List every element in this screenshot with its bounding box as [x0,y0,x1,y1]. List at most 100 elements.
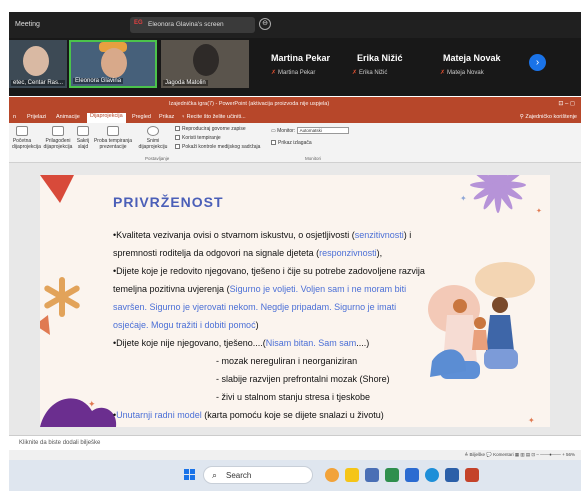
edge-icon[interactable] [425,468,439,482]
svg-text:✦: ✦ [88,399,96,409]
notes-placeholder: Kliknite da biste dodali bilješke [19,440,101,446]
taskbar-search[interactable]: ⌕ Search [203,466,313,484]
group-label-monitors: Monitori [305,156,322,161]
text-run: ....) [356,338,370,348]
next-participants-button[interactable]: › [529,54,546,71]
participant-video [23,46,49,76]
slide-line-7: •Dijete koje nije njegovano, tješeno....… [113,338,369,348]
checkbox-icon [175,126,180,132]
file-explorer-icon[interactable] [345,468,359,482]
highlight-run: osjećaje. Mogu tražiti i dobiti pomoć [113,320,256,330]
participant-tile-active[interactable]: Eleonora Glavina [69,40,157,88]
participant-name: etec, Centar Ras... [11,80,66,86]
purple-burst-shape [470,175,526,213]
use-timings-checkbox[interactable]: Koristi tempiranje [175,135,221,141]
highlight-run: responzivnosti [319,248,377,258]
highlight-run: Unutarnji radni model [116,410,202,420]
slide-line-4: temeljna pozitivna uvjerenja (Sigurno je… [113,284,406,294]
checkbox-icon [175,144,180,150]
teams-icon[interactable] [365,468,379,482]
screen: Meeting EG Eleonora Glavina's screen ⊖ e… [0,0,581,491]
text-run: spremnosti roditelja da odgovori na sign… [113,248,320,258]
custom-slideshow-button[interactable]: Prilagođeni dijaprojekcija [41,126,75,150]
highlight-run: Nisam bitan. Sam sam [265,338,357,348]
participant-tile[interactable]: etec, Centar Ras... [9,40,67,88]
chrome-icon[interactable] [325,468,339,482]
taskbar: ⌕ Search [9,460,581,491]
slide-line-3: •Dijete koje je redovito njegovano, tješ… [113,266,425,276]
windows-start-icon[interactable] [184,469,196,481]
slide-line-11: •Unutarnji radni model (karta pomoću koj… [113,410,384,420]
slide-line-6: osjećaje. Mogu tražiti i dobiti pomoć) [113,320,259,330]
status-bar: ≙ Bilješke 💬 Komentari ▦ ▥ ▤ ⊡ – ——●—— +… [9,450,581,460]
participant-sub-label: Martina Pekar [278,70,316,76]
tab-dijaprojekcija[interactable]: Dijaprojekcija [87,113,126,123]
participant-sub-label: Erika Nižić [359,70,388,76]
tab-prijelazi[interactable]: Prijelazi [27,114,46,120]
participant-name: Jagoda Matolin [163,80,208,86]
text-run: - mozak nereguliran i neorganiziran [216,356,358,366]
slide-line-1: •Kvaliteta vezivanja ovisi o stvarnom is… [113,230,411,240]
start-slideshow-button[interactable]: Početna dijaprojekcija [12,126,41,150]
share-label: Zajedničko korištenje [525,114,577,120]
powerpoint-titlebar: Izajednička igra(7) - PowerPoint (aktiva… [9,97,581,112]
slide-line-9: - slabije razvijen prefrontalni mozak (S… [216,374,390,384]
stopwatch-icon [107,126,119,136]
rehearse-timings-button[interactable]: Proba tempiranja prezentacije [93,126,133,150]
tab-prikaz[interactable]: Prikaz [159,114,174,120]
red-corner-shape [40,175,74,203]
participants-strip: etec, Centar Ras... Eleonora Glavina Jag… [9,38,581,96]
tab-animacije[interactable]: Animacije [56,114,80,120]
slide[interactable]: ✦ ✦ ✦ ✦ PRIVRŽENOST •Kvaliteta vezivanja… [40,175,550,427]
hide-slide-button[interactable]: Sakrij slajd [75,126,91,150]
screen-share-label: Eleonora Glavina's screen [148,21,224,28]
tab-pregled[interactable]: Pregled [132,114,151,120]
play-narrations-checkbox[interactable]: Reproduciraj govorne zapise [175,126,246,132]
participant-sub-label: Mateja Novak [447,70,484,76]
meeting-title: Meeting [15,21,40,28]
checkbox-label: Pokaži kontrole medijskog sadržaja [182,144,261,150]
powerpoint-icon[interactable] [465,468,479,482]
outlook-icon[interactable] [405,468,419,482]
text-run: ), [376,248,383,258]
participant-tile[interactable]: Jagoda Matolin [161,40,249,88]
slide-line-8: - mozak nereguliran i neorganiziran [216,356,357,366]
word-icon[interactable] [445,468,459,482]
text-run: - živi u stalnom stanju stresa i tjeskob… [216,392,371,402]
button-label: Prilagođeni dijaprojekcija [43,138,73,150]
stop-viewing-icon[interactable]: ⊖ [259,18,271,30]
tab-umetanje[interactable]: n [13,114,16,120]
text-run: •Dijete koje nije njegovano, tješeno....… [113,338,266,348]
share-button[interactable]: ⚲ Zajedničko korištenje [520,114,577,120]
slide-decorations: ✦ ✦ ✦ ✦ [40,175,542,427]
button-label: Snimi dijaprojekciju [138,138,168,150]
text-run: •Kvaliteta vezivanja ovisi o stvarnom is… [113,230,355,240]
text-run: (karta pomoću koje se dijete snalazi u ž… [201,410,384,420]
muted-mic-icon: ✗ [440,70,446,76]
participant-name: Eleonora Glavina [73,78,124,84]
highlight-run: savršen. Sigurno je vjerovati nekom. Neg… [113,302,397,312]
participant-name-erika: Erika Nižić [357,53,403,63]
monitor-select[interactable]: ▭ Monitor: Automatski [271,127,349,134]
excel-icon[interactable] [385,468,399,482]
search-label: Search [226,471,252,480]
slide-line-10: - živi u stalnom stanju stresa i tjeskob… [216,392,370,402]
presenter-avatar-badge: EG [134,20,143,26]
record-slideshow-button[interactable]: Snimi dijaprojekciju [137,126,169,150]
monitor-dropdown[interactable]: Automatski [296,127,349,134]
status-controls[interactable]: ≙ Bilješke 💬 Komentari ▦ ▥ ▤ ⊡ – ——●—— +… [464,452,575,458]
media-controls-checkbox[interactable]: Pokaži kontrole medijskog sadržaja [175,144,260,150]
highlight-run: senzitivnosti [354,230,404,240]
svg-text:✦: ✦ [528,416,535,425]
text-run: - slabije razvijen prefrontalni mozak (S… [216,374,390,384]
ribbon-tabs: n Prijelazi Animacije Dijaprojekcija Pre… [9,112,581,123]
window-controls[interactable]: ⊡ – ◻ [558,100,575,107]
tell-me-search[interactable]: ♀ Recite što želite učiniti... [181,114,246,120]
highlight-run: Sigurno je voljeti. Voljen sam i ne mora… [229,284,407,294]
presenter-view-checkbox[interactable]: Prikaz izlagača [271,140,312,146]
screen-share-indicator[interactable]: EG Eleonora Glavina's screen [130,17,255,33]
custom-show-icon [52,126,64,136]
text-run: •Dijete koje je redovito njegovano, tješ… [113,266,425,276]
tell-me-label: Recite što želite učiniti... [186,114,246,120]
notes-pane[interactable]: Kliknite da biste dodali bilješke [9,435,581,450]
